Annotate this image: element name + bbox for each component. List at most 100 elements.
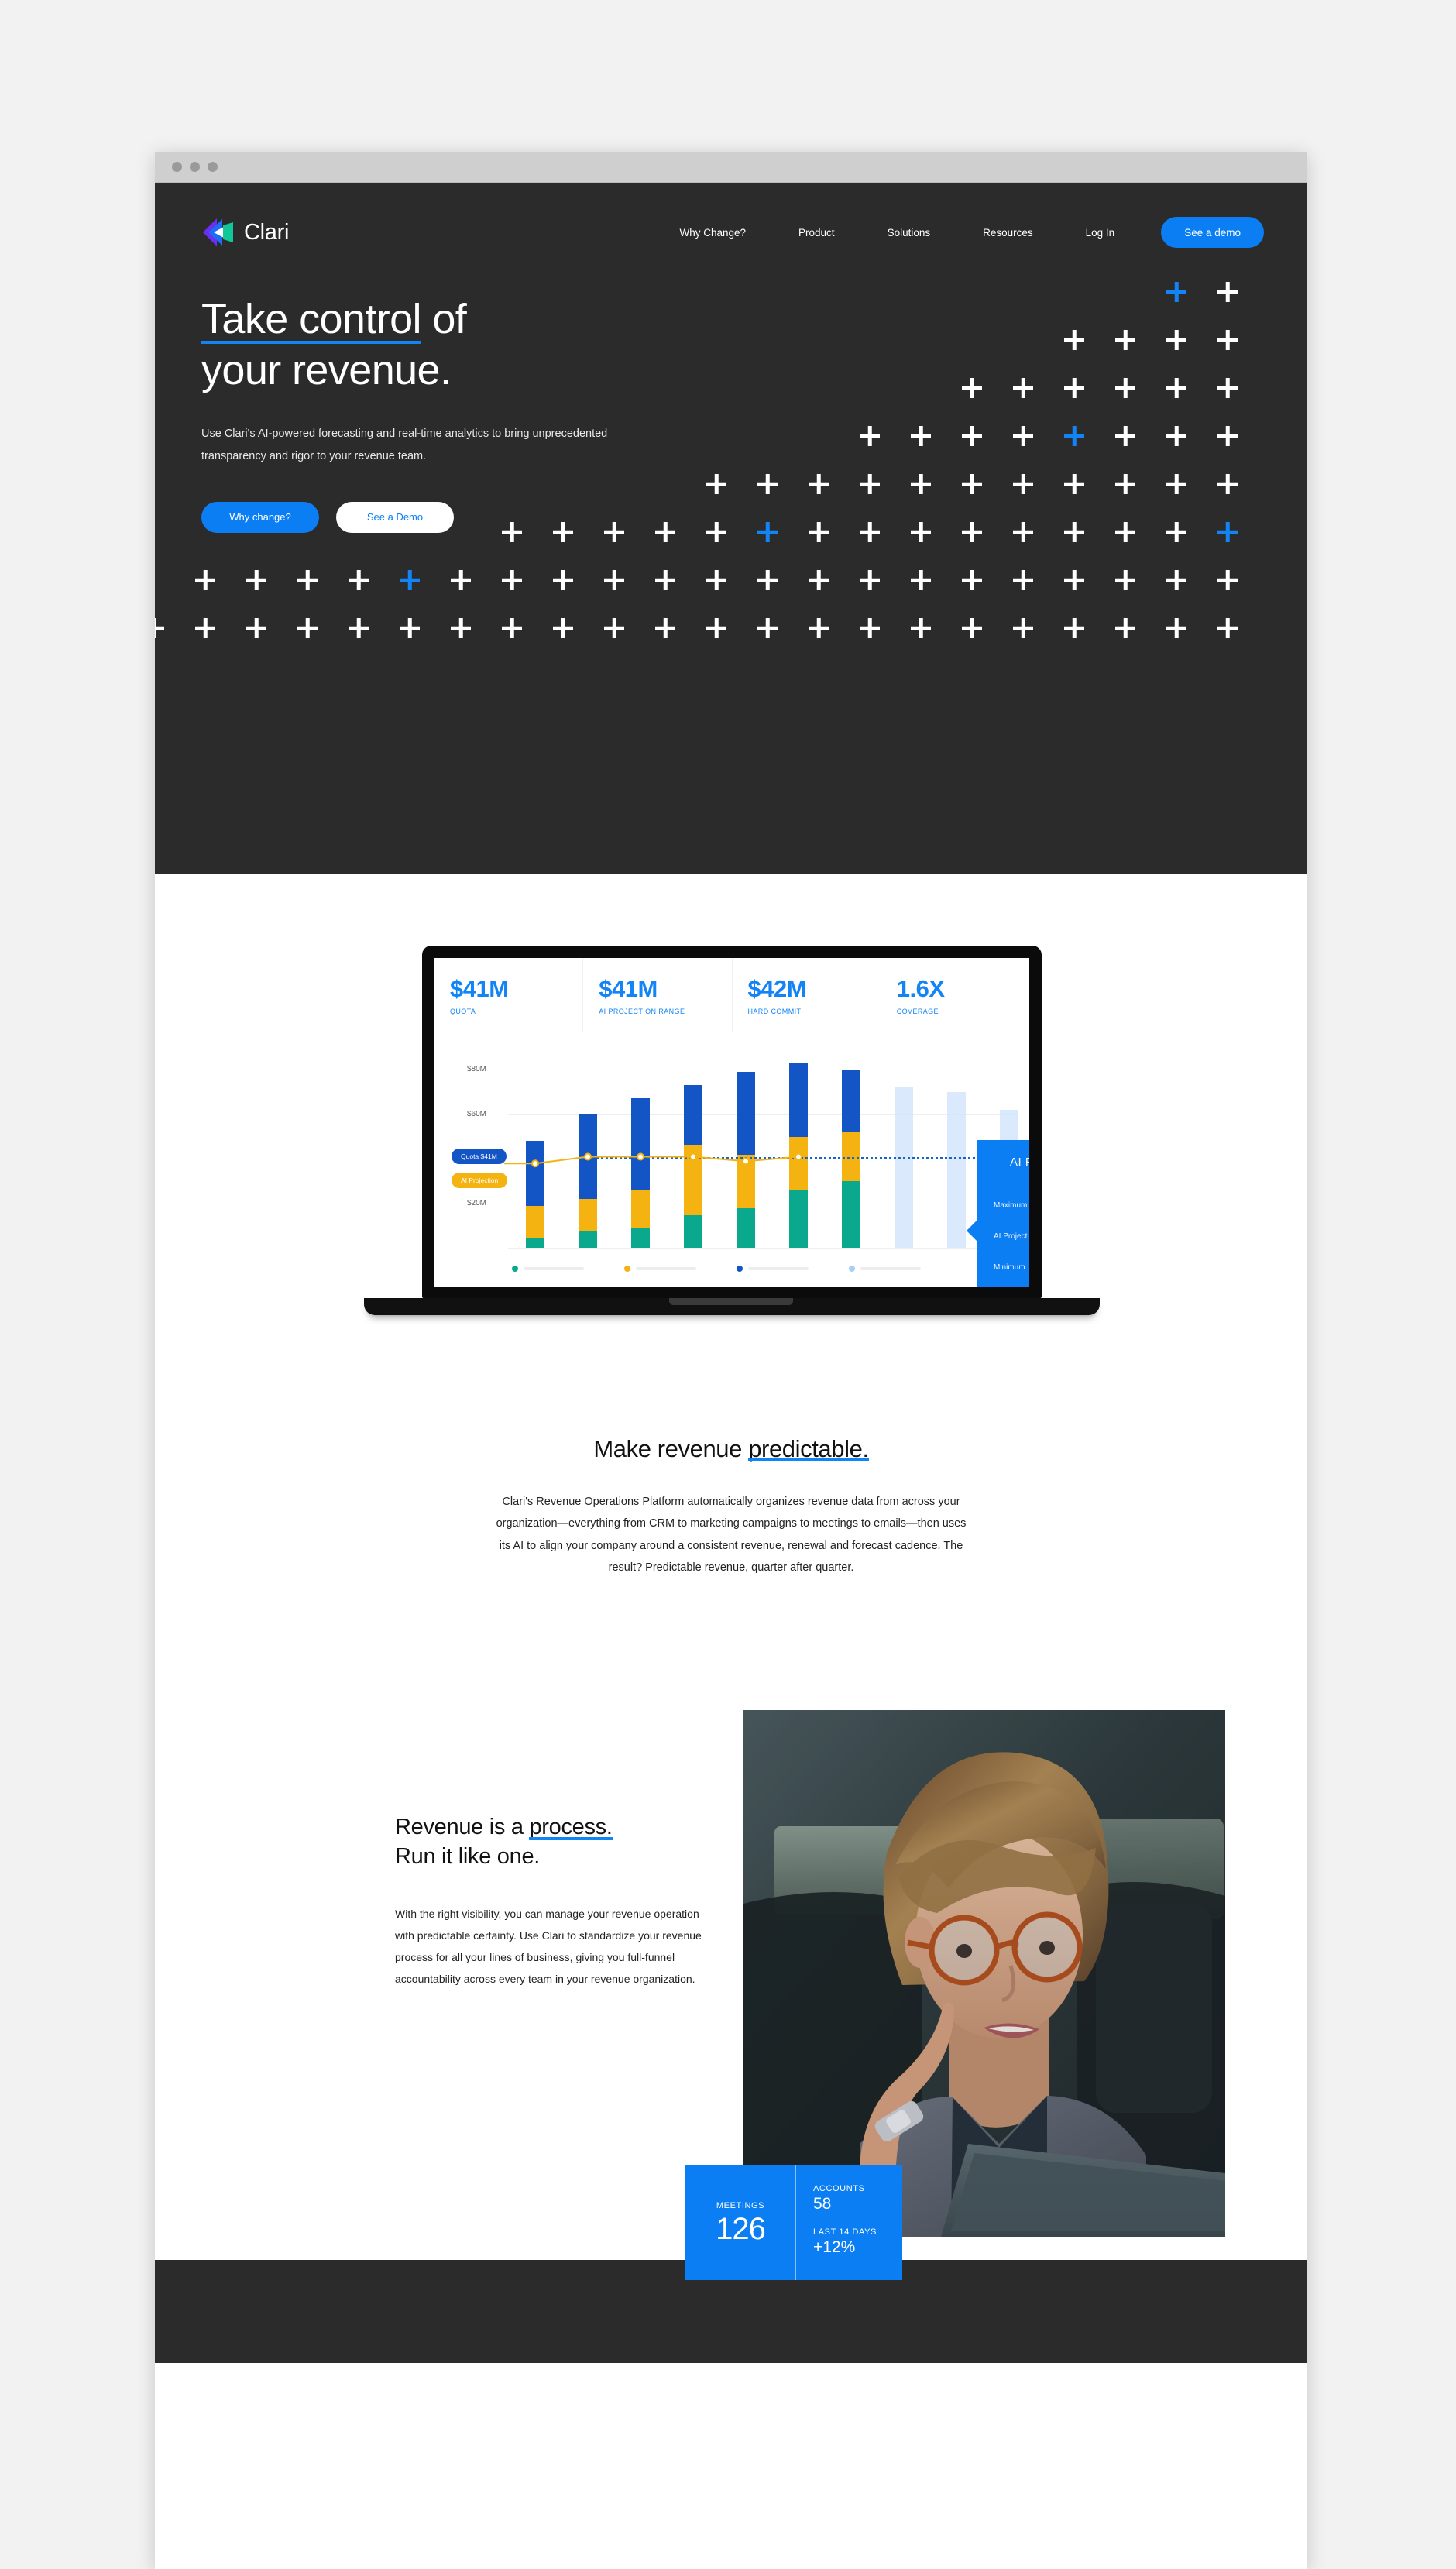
- chart-bar-segment: [684, 1145, 702, 1215]
- chart-bar-segment: [684, 1085, 702, 1146]
- window-minimize-dot[interactable]: [190, 162, 200, 172]
- kpi-hard-commit[interactable]: $42M HARD COMMIT: [733, 958, 881, 1032]
- legend-bar: [748, 1267, 809, 1270]
- hero-subtitle: Use Clari's AI-powered forecasting and r…: [201, 427, 608, 462]
- make-revenue-predictable-section: Make revenue predictable. Clari's Revenu…: [155, 1435, 1307, 1578]
- chart-bar-segment: [789, 1136, 808, 1190]
- stat-meetings: MEETINGS 126: [685, 2165, 796, 2281]
- plus-icon: [451, 618, 471, 638]
- stat-last-14-days-value: +12%: [813, 2238, 856, 2257]
- chart-bar[interactable]: [631, 1098, 650, 1248]
- chart-y-axis-label: $60M: [467, 1109, 487, 1118]
- chart-legend-item[interactable]: [624, 1266, 696, 1272]
- chart-bar-segment: [842, 1181, 860, 1248]
- window-close-dot[interactable]: [172, 162, 182, 172]
- kpi-quota[interactable]: $41M QUOTA: [434, 958, 584, 1032]
- plus-icon: [655, 570, 675, 590]
- kpi-label: HARD COMMIT: [747, 1008, 802, 1015]
- legend-bar: [860, 1267, 921, 1270]
- chart-ghost-bar: [895, 1087, 913, 1248]
- hero-copy: Take control of your revenue. Use Clari'…: [155, 248, 1307, 533]
- chart-bar[interactable]: [789, 1063, 808, 1248]
- browser-titlebar: [155, 152, 1307, 183]
- stat-accounts-value: 58: [813, 2195, 832, 2214]
- callout-row-ai-projection: AI Projection $41,000,000: [994, 1227, 1029, 1242]
- plus-icon: [706, 570, 726, 590]
- process-copy: Revenue is a process. Run it like one. W…: [395, 1812, 705, 1990]
- kpi-value: 1.6X: [896, 975, 945, 1002]
- ai-projection-range-callout: AI PROJECTION RANGE Maximum $42,300,000 …: [967, 1140, 1029, 1287]
- plus-icon: [400, 570, 420, 590]
- plus-icon: [757, 618, 778, 638]
- nav-links: Why Change? Product Solutions Resources …: [653, 217, 1264, 248]
- plus-icon: [911, 618, 931, 638]
- chart-bar[interactable]: [526, 1141, 544, 1248]
- plus-icon: [553, 570, 573, 590]
- legend-dot-icon: [512, 1266, 518, 1272]
- stat-card: MEETINGS 126 ACCOUNTS 58 LAST 14 DAYS +1…: [685, 2165, 902, 2281]
- plus-icon: [655, 618, 675, 638]
- plus-icon: [809, 618, 829, 638]
- chart-bar-segment: [631, 1190, 650, 1228]
- nav-link-product[interactable]: Product: [772, 227, 861, 239]
- kpi-label: AI PROJECTION RANGE: [599, 1008, 685, 1015]
- see-a-demo-button-hero[interactable]: See a Demo: [336, 501, 454, 533]
- plus-icon: [349, 570, 369, 590]
- chart-quota-line: [582, 1156, 1018, 1159]
- chart-bar-segment: [631, 1098, 650, 1190]
- plus-icon: [604, 618, 624, 638]
- hero-buttons: Why change? See a Demo: [201, 501, 1307, 533]
- chart-bar-segment: [684, 1214, 702, 1248]
- nav-link-why-change[interactable]: Why Change?: [653, 227, 772, 239]
- plus-icon: [451, 570, 471, 590]
- why-change-button[interactable]: Why change?: [201, 501, 319, 533]
- chart-legend-item[interactable]: [849, 1266, 921, 1272]
- plus-icon: [1217, 570, 1238, 590]
- plus-icon: [297, 570, 318, 590]
- chart-legend-item[interactable]: [737, 1266, 809, 1272]
- plus-icon: [757, 570, 778, 590]
- kpi-value: $41M: [599, 975, 658, 1002]
- nav-link-resources[interactable]: Resources: [956, 227, 1059, 239]
- stat-last-14-days: LAST 14 DAYS +12%: [813, 2227, 902, 2257]
- revenue-is-a-process-section: Revenue is a process. Run it like one. W…: [155, 1702, 1307, 2281]
- plus-icon: [1064, 618, 1084, 638]
- kpi-coverage[interactable]: 1.6X COVERAGE: [881, 958, 1029, 1032]
- clari-logo[interactable]: Clari: [201, 217, 289, 248]
- chart-bar[interactable]: [579, 1114, 597, 1248]
- chart-bar-segment: [526, 1237, 544, 1248]
- window-maximize-dot[interactable]: [208, 162, 218, 172]
- plus-icon: [1115, 618, 1135, 638]
- plus-icon: [809, 570, 829, 590]
- predictable-heading-underlined: predictable.: [748, 1435, 870, 1462]
- plus-icon: [1166, 618, 1186, 638]
- predictable-body: Clari's Revenue Operations Platform auto…: [496, 1496, 967, 1574]
- plus-icon: [502, 570, 522, 590]
- plus-icon: [1115, 570, 1135, 590]
- hero-headline: Take control of your revenue.: [201, 294, 1307, 397]
- process-heading-plain: Revenue is a: [395, 1815, 530, 1840]
- chart-bar[interactable]: [684, 1085, 702, 1248]
- nav-link-log-in[interactable]: Log In: [1059, 227, 1142, 239]
- legend-dot-icon: [849, 1266, 855, 1272]
- kpi-ai-projection-range[interactable]: $41M AI PROJECTION RANGE: [583, 958, 733, 1032]
- chart-bar-segment: [842, 1069, 860, 1132]
- chart-legend-item[interactable]: [512, 1266, 584, 1272]
- hero-section: Clari Why Change? Product Solutions Reso…: [155, 183, 1307, 874]
- plus-icon: [349, 618, 369, 638]
- laptop-mockup: $41M QUOTA $41M AI PROJECTION RANGE $42M…: [155, 946, 1307, 1379]
- stat-accounts: ACCOUNTS 58 LAST 14 DAYS +12%: [796, 2165, 902, 2280]
- nav-link-solutions[interactable]: Solutions: [861, 227, 957, 239]
- chart-bar[interactable]: [737, 1071, 755, 1248]
- plus-icon: [1013, 618, 1033, 638]
- plus-icon: [1217, 618, 1238, 638]
- chart-bar-segment: [526, 1206, 544, 1238]
- stat-meetings-value: 126: [716, 2212, 766, 2247]
- chart-bar-segment: [737, 1154, 755, 1208]
- plus-icon: [706, 618, 726, 638]
- page-body: $41M QUOTA $41M AI PROJECTION RANGE $42M…: [155, 946, 1307, 2281]
- clari-logo-text: Clari: [244, 219, 290, 245]
- see-a-demo-button[interactable]: See a demo: [1161, 217, 1264, 248]
- chart-quota-tag: Quota $41M: [452, 1148, 507, 1164]
- legend-dot-icon: [737, 1266, 743, 1272]
